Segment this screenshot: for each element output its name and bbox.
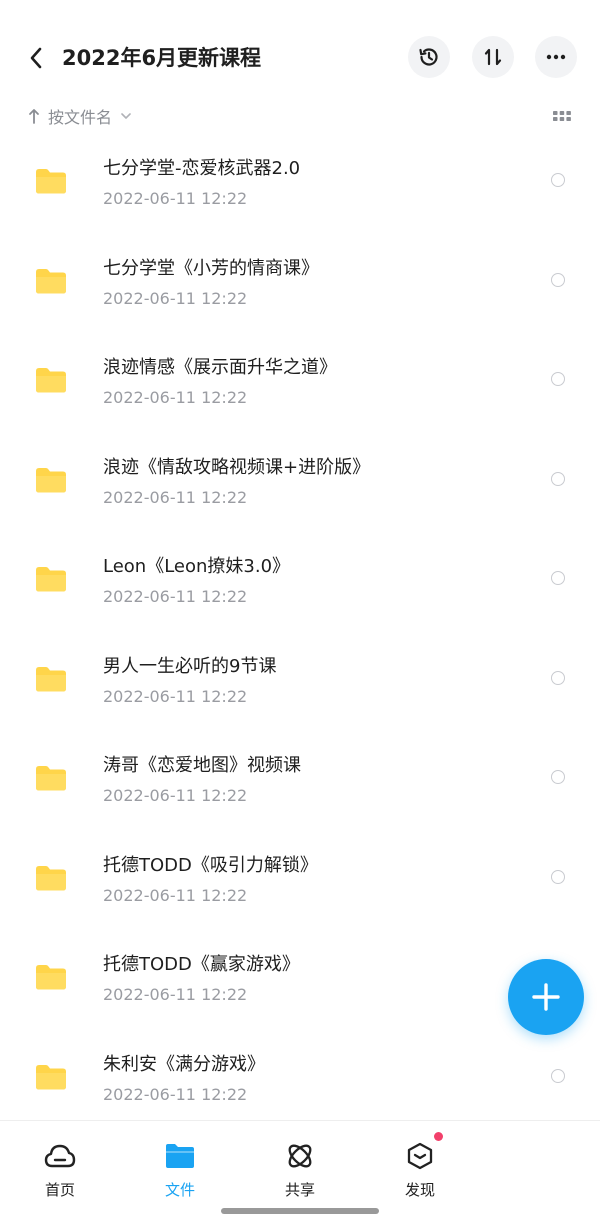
file-date: 2022-06-11 12:22 [103,786,248,805]
tab-label: 首页 [44,1181,75,1199]
file-name: Leon《Leon撩妹3.0》 [103,556,291,577]
file-name: 七分学堂-恋爱核武器2.0 [103,158,301,179]
file-date: 2022-06-11 12:22 [103,1084,248,1104]
folder-icon [36,567,66,592]
file-date: 2022-06-11 12:22 [103,388,248,407]
folder-icon [36,1064,66,1089]
file-date: 2022-06-11 12:22 [103,985,248,1004]
folder-icon [36,965,66,990]
list-item[interactable]: 托德TODD《赢家游戏》 2022-06-11 12:22 [0,928,600,1028]
file-date: 2022-06-11 12:22 [103,288,248,308]
page-title: 2022年6月更新课程 [62,46,262,70]
discover-box-icon [407,1142,433,1170]
notification-dot [434,1132,443,1141]
sort-label: 按文件名 [48,108,113,127]
select-radio[interactable] [551,770,565,784]
sort-swap-icon [484,48,502,66]
list-item[interactable]: Leon《Leon撩妹3.0》 2022-06-11 12:22 [0,530,600,630]
select-radio[interactable] [551,1068,565,1083]
arrow-up-icon [29,109,39,124]
file-date: 2022-06-11 12:22 [103,487,248,507]
chevron-down-icon [121,113,131,119]
folder-icon [36,467,66,492]
list-item[interactable]: 浪迹《情敌攻略视频课+进阶版》 2022-06-11 12:22 [0,431,600,531]
folder-icon [36,865,66,890]
file-name: 涛哥《恋爱地图》视频课 [103,755,301,776]
file-date: 2022-06-11 12:22 [103,885,248,905]
select-radio[interactable] [551,869,565,884]
select-radio[interactable] [551,272,565,287]
select-radio[interactable] [551,670,565,685]
select-radio[interactable] [551,471,565,486]
more-icon [546,54,566,60]
list-item[interactable]: 七分学堂-恋爱核武器2.0 2022-06-11 12:22 [0,132,600,232]
folder-icon [36,169,66,194]
tab-home[interactable]: 首页 [20,1139,100,1203]
list-item[interactable]: 托德TODD《吸引力解锁》 2022-06-11 12:22 [0,829,600,929]
tab-share[interactable]: 共享 [260,1139,340,1203]
file-name: 浪迹《情敌攻略视频课+进阶版》 [103,456,371,478]
more-button[interactable] [535,36,577,78]
file-date: 2022-06-11 12:22 [103,686,248,706]
list-item[interactable]: 七分学堂《小芳的情商课》 2022-06-11 12:22 [0,232,600,332]
history-icon [419,48,438,66]
file-date: 2022-06-11 12:22 [103,587,248,606]
folder-icon [36,766,66,791]
folder-icon [36,268,66,293]
file-name: 托德TODD《赢家游戏》 [103,954,300,975]
history-button[interactable] [408,36,450,78]
file-name: 朱利安《满分游戏》 [103,1053,265,1075]
add-button[interactable] [508,959,584,1035]
tab-discover[interactable]: 发现 [380,1132,460,1203]
file-name: 男人一生必听的9节课 [103,655,277,677]
grid-view-icon[interactable] [552,106,572,126]
tab-label: 文件 [164,1181,195,1199]
file-date: 2022-06-11 12:22 [103,189,248,208]
list-item[interactable]: 浪迹情感《展示面升华之道》 2022-06-11 12:22 [0,331,600,431]
file-name: 七分学堂《小芳的情商课》 [103,257,319,279]
cloud-icon [44,1144,76,1168]
plus-icon [532,983,560,1011]
atom-icon [288,1144,312,1168]
file-list: 七分学堂-恋爱核武器2.0 2022-06-11 12:22 七分学堂《小芳的情… [0,132,600,1127]
tab-files[interactable]: 文件 [140,1139,220,1203]
tab-label: 共享 [284,1181,315,1199]
back-button[interactable] [20,40,52,76]
folder-icon [166,1144,194,1168]
sort-selector[interactable]: 按文件名 [28,102,132,130]
select-radio[interactable] [551,372,565,386]
select-radio[interactable] [551,571,565,585]
folder-icon [36,368,66,393]
back-arrow-icon [30,47,42,69]
list-item[interactable]: 朱利安《满分游戏》 2022-06-11 12:22 [0,1028,600,1128]
list-item[interactable]: 涛哥《恋爱地图》视频课 2022-06-11 12:22 [0,729,600,829]
home-indicator [221,1208,379,1214]
file-name: 托德TODD《吸引力解锁》 [103,854,318,876]
sort-swap-button[interactable] [472,36,514,78]
select-radio[interactable] [551,173,565,187]
tab-label: 发现 [404,1181,435,1199]
file-name: 浪迹情感《展示面升华之道》 [103,357,337,378]
list-item[interactable]: 男人一生必听的9节课 2022-06-11 12:22 [0,630,600,730]
folder-icon [36,666,66,691]
top-bar: 2022年6月更新课程 [0,0,600,116]
